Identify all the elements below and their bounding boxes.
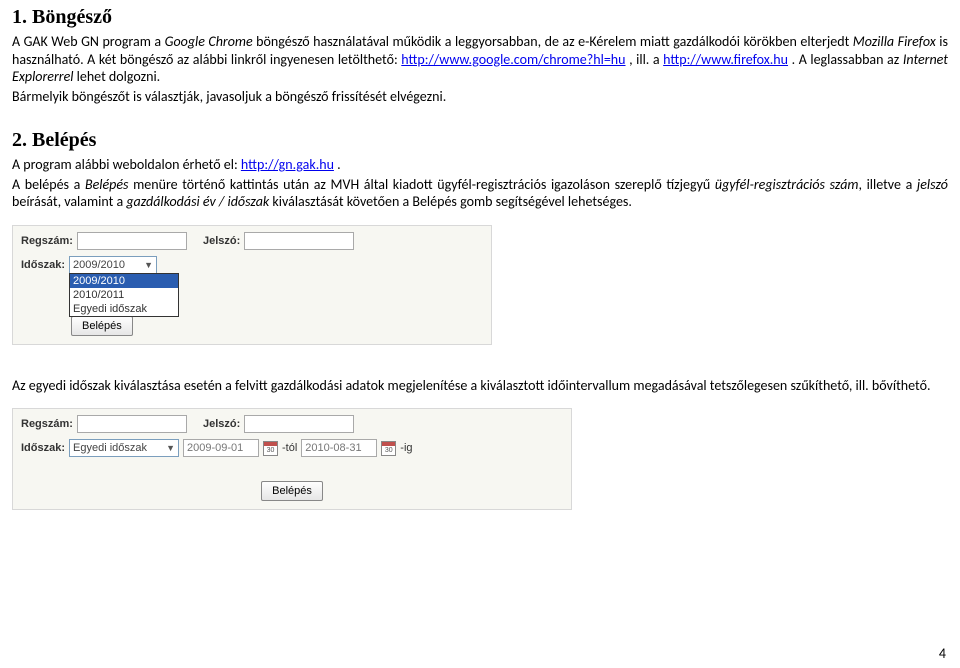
text-italic: ügyfél-regisztrációs szám xyxy=(715,176,859,193)
idoszak-label: Időszak: xyxy=(21,259,65,271)
jelszo-label: Jelszó: xyxy=(203,418,240,430)
idoszak-selected-value: 2009/2010 xyxy=(73,259,125,271)
text: kiválasztását követően a Belépés gomb se… xyxy=(269,193,632,210)
date-to-input[interactable] xyxy=(301,439,377,457)
text-italic: Belépés xyxy=(85,176,129,193)
login-form-screenshot-2: Regszám: Jelszó: Időszak: Egyedi időszak… xyxy=(12,408,572,510)
firefox-link[interactable]: http://www.firefox.hu xyxy=(663,51,788,68)
login-button[interactable]: Belépés xyxy=(71,316,133,336)
text: A belépés a xyxy=(12,176,85,193)
idoszak-select[interactable]: Egyedi időszak ▼ xyxy=(69,439,179,457)
regszam-input[interactable] xyxy=(77,415,187,433)
regszam-input[interactable] xyxy=(77,232,187,250)
login-button[interactable]: Belépés xyxy=(261,481,323,501)
chevron-down-icon: ▼ xyxy=(166,443,175,453)
text: beírását, valamint a xyxy=(12,193,126,210)
text: . xyxy=(334,156,341,173)
regszam-label: Regszám: xyxy=(21,235,73,247)
text: böngésző használatával működik a leggyor… xyxy=(253,33,853,50)
section1-title: 1. Böngésző xyxy=(12,6,948,29)
text: . A leglassabban az xyxy=(788,51,903,68)
text: , illetve a xyxy=(858,176,916,193)
idoszak-selected-value: Egyedi időszak xyxy=(73,442,147,454)
gn-gak-link[interactable]: http://gn.gak.hu xyxy=(241,156,334,173)
text: , ill. a xyxy=(626,51,664,68)
text: A GAK Web GN program a xyxy=(12,33,165,50)
jelszo-input[interactable] xyxy=(244,415,354,433)
section2-paragraph1: A program alábbi weboldalon érhető el: h… xyxy=(12,156,948,174)
idoszak-select[interactable]: 2009/2010 ▼ xyxy=(69,256,157,274)
text-italic: gazdálkodási év / időszak xyxy=(126,193,269,210)
date-from-input[interactable] xyxy=(183,439,259,457)
idoszak-dropdown-list: 2009/2010 2010/2011 Egyedi időszak xyxy=(69,273,179,317)
text-italic: Google Chrome xyxy=(165,33,253,50)
egyedi-idoszak-paragraph: Az egyedi időszak kiválasztása esetén a … xyxy=(12,377,948,395)
google-chrome-link[interactable]: http://www.google.com/chrome?hl=hu xyxy=(401,51,625,68)
section1-paragraph1: A GAK Web GN program a Google Chrome bön… xyxy=(12,33,948,86)
idoszak-option[interactable]: 2010/2011 xyxy=(70,288,178,302)
calendar-icon[interactable] xyxy=(381,441,396,456)
section2-title: 2. Belépés xyxy=(12,129,948,152)
text: lehet dolgozni. xyxy=(73,68,160,85)
idoszak-label: Időszak: xyxy=(21,442,65,454)
text-italic: Mozilla Firefox xyxy=(853,33,936,50)
section1-paragraph2: Bármelyik böngészőt is választják, javas… xyxy=(12,88,948,106)
idoszak-option[interactable]: Egyedi időszak xyxy=(70,302,178,316)
idoszak-option[interactable]: 2009/2010 xyxy=(70,274,178,288)
jelszo-label: Jelszó: xyxy=(203,235,240,247)
jelszo-input[interactable] xyxy=(244,232,354,250)
page-number: 4 xyxy=(939,645,946,662)
text: menüre történő kattintás után az MVH ált… xyxy=(128,176,714,193)
chevron-down-icon: ▼ xyxy=(144,260,153,270)
date-to-suffix: -ig xyxy=(400,442,412,454)
regszam-label: Regszám: xyxy=(21,418,73,430)
section2-paragraph2: A belépés a Belépés menüre történő katti… xyxy=(12,176,948,211)
calendar-icon[interactable] xyxy=(263,441,278,456)
text-italic: jelszó xyxy=(917,176,948,193)
date-from-suffix: -tól xyxy=(282,442,297,454)
login-form-screenshot-1: Regszám: Jelszó: Időszak: 2009/2010 ▼ 20… xyxy=(12,225,492,345)
text: A program alábbi weboldalon érhető el: xyxy=(12,156,241,173)
